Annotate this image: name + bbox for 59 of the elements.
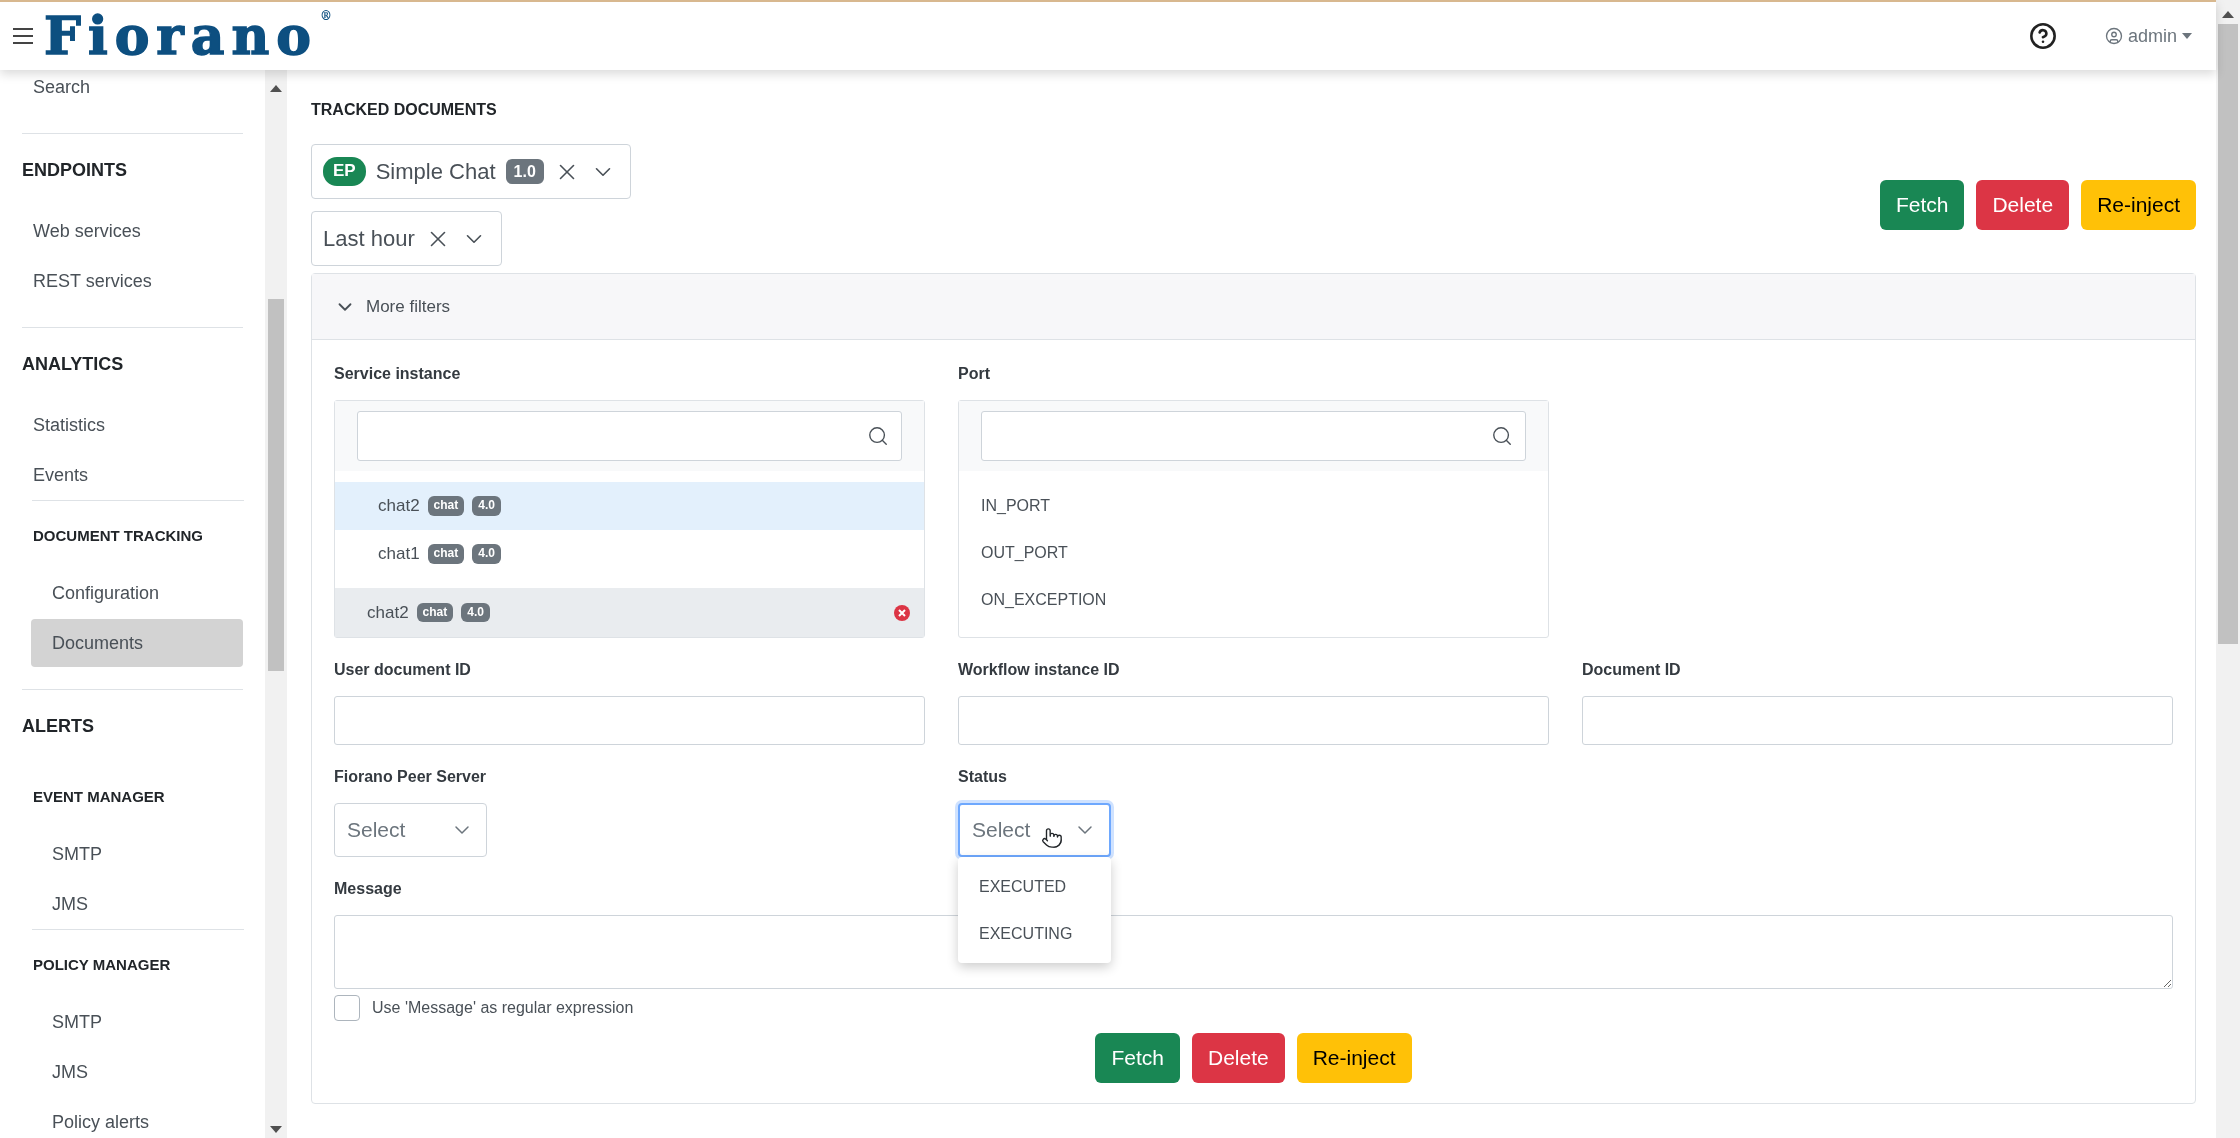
field-label: Fiorano Peer Server [334,767,487,787]
version-badge: 4.0 [461,602,490,623]
application-select[interactable]: EP Simple Chat 1.0 [311,144,631,199]
user-menu[interactable]: admin [2104,25,2192,47]
sidebar-group-title: DOCUMENT TRACKING [32,526,204,546]
delete-button[interactable]: Delete [1191,1033,1285,1083]
sidebar-item[interactable]: SMTP [31,830,243,878]
application-name: Simple Chat [375,158,496,185]
list-option[interactable]: chat2 chat 4.0 [335,482,924,530]
field-label: Status [958,767,1007,787]
list-option[interactable]: chat1 chat 4.0 [335,530,924,578]
sidebar-item[interactable]: Events [22,451,243,499]
sidebar-item[interactable]: Statistics [22,401,243,449]
sidebar-section-title: ANALYTICS [22,353,125,376]
field-label: User document ID [334,660,471,680]
tag-badge: chat [427,496,465,516]
list-option[interactable]: IN_PORT [959,482,1548,529]
version-badge: 1.0 [505,158,544,185]
sidebar-group-title: POLICY MANAGER [32,955,172,975]
field-label: Service instance [334,364,461,384]
logo: Fiorano® [44,10,339,62]
dropdown-option[interactable]: EXECUTING [958,910,1111,957]
tag-badge: chat [427,544,465,564]
field-label: Port [958,364,990,384]
field-label: Workflow instance ID [958,660,1120,680]
version-badge: 4.0 [472,496,501,516]
version-badge: 4.0 [472,544,501,564]
list-option[interactable]: ON_EXCEPTION [959,576,1548,623]
sidebar-section-title: ENDPOINTS [22,159,128,182]
page-title: TRACKED DOCUMENTS [311,100,498,120]
sidebar-group-title: EVENT MANAGER [32,787,166,807]
fetch-button[interactable]: Fetch [1095,1033,1180,1083]
sidebar-item[interactable]: SMTP [31,998,243,1046]
time-range-select[interactable]: Last hour [311,211,502,266]
sidebar-item[interactable]: Documents [31,619,243,667]
sidebar-item[interactable]: JMS [31,880,243,928]
sidebar-item[interactable]: Search [22,70,243,111]
reinject-button[interactable]: Re-inject [2081,180,2196,230]
more-filters-toggle[interactable]: More filters [312,274,2195,340]
sidebar-item[interactable]: Policy alerts [31,1098,243,1138]
reinject-button[interactable]: Re-inject [1296,1033,1412,1083]
type-badge: EP [323,157,366,186]
tag-badge: chat [416,602,454,623]
dropdown-option[interactable]: EXECUTED [958,863,1111,910]
peer-server-select[interactable]: Select [334,803,487,857]
field-label: Message [334,879,402,899]
fetch-button[interactable]: Fetch [1879,180,1965,230]
sidebar-item[interactable]: Configuration [31,569,243,617]
field-label: Document ID [1582,660,1681,680]
sidebar-section-title: ALERTS [22,715,95,738]
list-option[interactable]: OUT_PORT [959,529,1548,576]
time-range-value: Last hour [323,225,415,252]
status-select[interactable]: Select [958,803,1111,857]
delete-button[interactable]: Delete [1976,180,2070,230]
sidebar-item[interactable]: JMS [31,1048,243,1096]
selected-item: chat2 chat 4.0 [335,588,924,637]
sidebar-item[interactable]: REST services [22,257,243,305]
sidebar-item[interactable]: Web services [22,207,243,255]
checkbox-label: Use 'Message' as regular expression [372,999,634,1017]
